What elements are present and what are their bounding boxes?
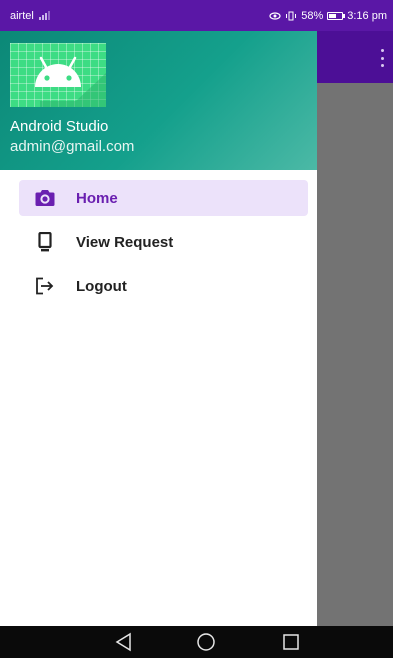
status-right: 58% 3:16 pm	[269, 10, 387, 22]
vibrate-icon	[286, 11, 297, 20]
battery-icon	[327, 11, 346, 20]
clock: 3:16 pm	[347, 9, 387, 22]
eye-comfort-icon	[269, 11, 281, 20]
android-head-icon	[35, 56, 106, 107]
drawer-menu: Home View Request Logout	[0, 180, 317, 312]
header-user-email: admin@gmail.com	[10, 138, 135, 155]
drawer-scrim[interactable]	[317, 83, 393, 626]
menu-item-label: View Request	[76, 233, 174, 251]
header-user-name: Android Studio	[10, 118, 109, 135]
home-circle-icon[interactable]	[196, 632, 216, 652]
recents-square-icon[interactable]	[282, 632, 300, 652]
back-triangle-icon[interactable]	[115, 632, 133, 652]
signal-icon	[38, 11, 50, 20]
camera-icon	[35, 188, 55, 208]
app-toolbar	[317, 31, 393, 83]
android-logo	[10, 43, 106, 107]
menu-item-label: Logout	[76, 277, 127, 295]
menu-item-view-request[interactable]: View Request	[19, 224, 308, 260]
carrier-label: airtel	[10, 9, 34, 22]
status-bar: airtel 58% 3:16 pm	[0, 0, 393, 31]
drawer-header: Android Studio admin@gmail.com	[0, 31, 317, 170]
status-left: airtel	[10, 10, 50, 22]
battery-percent: 58%	[301, 9, 324, 22]
system-nav-bar	[0, 626, 393, 658]
more-vert-icon[interactable]	[381, 49, 385, 67]
navigation-drawer: Android Studio admin@gmail.com Home View…	[0, 31, 317, 626]
menu-item-label: Home	[76, 189, 118, 207]
logout-icon	[35, 276, 55, 296]
screen: airtel 58% 3:16 pm Android Studio admin@…	[0, 0, 393, 658]
menu-item-logout[interactable]: Logout	[19, 268, 308, 304]
phone-device-icon	[35, 232, 55, 252]
menu-item-home[interactable]: Home	[19, 180, 308, 216]
